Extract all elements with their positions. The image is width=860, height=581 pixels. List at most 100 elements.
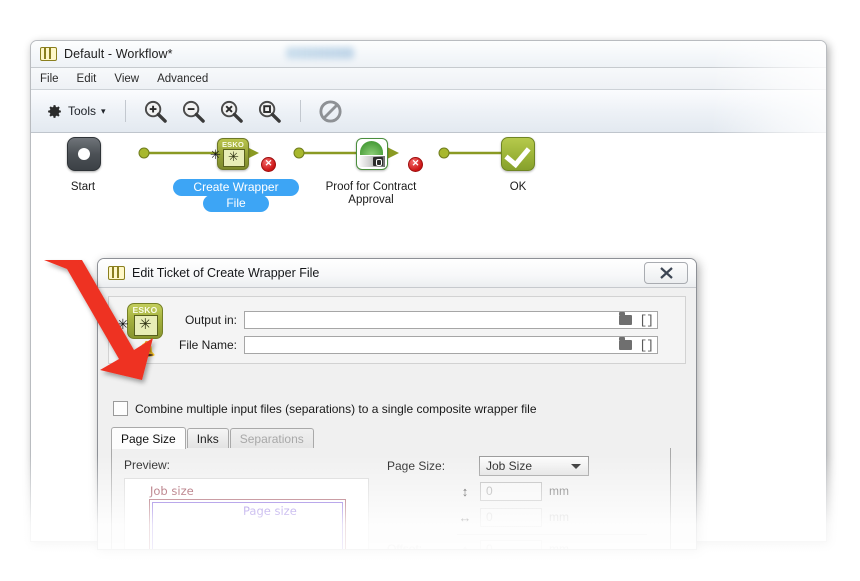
- menu-item-view[interactable]: View: [112, 72, 141, 86]
- vertical-arrow-icon: ↕: [461, 541, 469, 550]
- workflow-node-error-badge-2[interactable]: [408, 157, 423, 172]
- asterisk-icon: ✳: [210, 147, 221, 162]
- esko-plate-icon: [223, 149, 245, 167]
- page-size-dropdown[interactable]: Job Size: [479, 456, 589, 476]
- tools-button[interactable]: Tools ▾: [41, 101, 111, 122]
- offset-input[interactable]: 0: [480, 539, 542, 549]
- tab-page-size[interactable]: Page Size: [111, 427, 186, 449]
- page-height-input[interactable]: 0: [480, 481, 542, 501]
- page-size-dropdown-value: Job Size: [486, 459, 533, 473]
- menu-item-file[interactable]: File: [38, 72, 61, 86]
- folder-icon[interactable]: [619, 312, 633, 325]
- workflow-node-error-badge-1[interactable]: [261, 157, 276, 172]
- tab-separations: Separations: [229, 428, 314, 449]
- close-icon: [659, 267, 673, 279]
- tab-inks[interactable]: Inks: [186, 428, 229, 449]
- job-size-label: Job size: [150, 484, 194, 498]
- zoom-fit-button[interactable]: [254, 96, 286, 126]
- zoom-out-icon: [182, 100, 205, 123]
- page-width-unit: mm: [549, 510, 569, 524]
- menu-item-edit[interactable]: Edit: [75, 72, 99, 86]
- tools-caret-icon: ▾: [101, 105, 106, 116]
- pill-line-2: File: [226, 196, 246, 210]
- ticket-header-panel: ESKO ✳ 🔔 Output in: [] File Name:: [108, 296, 686, 364]
- toolbar-separator: [124, 100, 126, 122]
- combine-files-checkbox[interactable]: [113, 401, 128, 416]
- ok-checkmark-icon: [501, 137, 535, 171]
- page-size-label: Page Size:: [387, 459, 446, 473]
- combine-files-label: Combine multiple input files (separation…: [135, 401, 537, 416]
- horizontal-arrow-icon: ↔: [458, 509, 472, 525]
- pill-line-1: Create Wrapper: [193, 180, 279, 194]
- bell-icon[interactable]: 🔔: [137, 342, 156, 357]
- dialog-body: ESKO ✳ 🔔 Output in: [] File Name:: [98, 288, 696, 550]
- dialog-close-button[interactable]: [644, 262, 688, 284]
- page-size-panel: Preview: Job size Page size Page Size: J…: [111, 448, 671, 550]
- output-in-row: Output in: []: [171, 310, 658, 330]
- workflow-node-proof-for-contract-approval[interactable]: [356, 138, 388, 170]
- lock-icon: [373, 157, 383, 166]
- controls-divider: [457, 534, 647, 535]
- asterisk-icon: ✳: [117, 316, 129, 332]
- vertical-arrow-icon: ↕: [461, 483, 469, 499]
- tools-label: Tools: [68, 104, 97, 118]
- esko-brand-text: ESKO: [221, 140, 245, 149]
- workflow-node-ok-label: OK: [509, 181, 527, 193]
- ticket-icon: [108, 266, 125, 280]
- workflow-node-start-label: Start: [70, 181, 96, 193]
- workflow-node-proof-label-line1: Proof for Contract: [325, 181, 417, 193]
- smartname-icon[interactable]: []: [639, 314, 654, 327]
- menu-item-advanced[interactable]: Advanced: [155, 72, 210, 86]
- dialog-titlebar: Edit Ticket of Create Wrapper File: [98, 259, 696, 288]
- page-size-controls: Page Size: Job Size ↕ 0 mm ↔ 0 mm Offset…: [387, 454, 662, 550]
- toolbar: Tools ▾: [31, 90, 826, 133]
- page-size-row: Page Size: Job Size: [387, 454, 662, 478]
- page-preview: Job size Page size: [124, 478, 369, 549]
- page-size-label-preview: Page size: [243, 504, 297, 518]
- workflow-node-ok[interactable]: [501, 137, 535, 171]
- file-name-label: File Name:: [178, 338, 237, 352]
- no-entry-icon: [319, 99, 342, 123]
- zoom-in-icon: [144, 100, 167, 123]
- workflow-graph: Start ESKO ✳ Create Wrapper File: [31, 133, 731, 263]
- edit-ticket-dialog: Edit Ticket of Create Wrapper File ESKO …: [97, 258, 697, 550]
- screenshot-root: Default - Workflow* File Edit View Advan…: [0, 0, 860, 581]
- folder-icon[interactable]: [619, 337, 633, 350]
- zoom-fit-icon: [258, 100, 281, 123]
- gear-icon: [48, 104, 61, 118]
- zoom-in-button[interactable]: [140, 96, 172, 126]
- toolbar-separator-2: [299, 100, 301, 122]
- output-in-input[interactable]: []: [244, 311, 658, 329]
- esko-node-icon: ESKO ✳: [210, 138, 249, 170]
- file-name-input[interactable]: []: [244, 336, 658, 354]
- workflow-node-create-wrapper-file[interactable]: ESKO ✳: [210, 138, 249, 170]
- workflow-node-proof-label-line2: Approval: [348, 194, 394, 206]
- workflow-node-create-wrapper-file-label: Create Wrapper: [173, 179, 299, 196]
- offset-label: Offset:: [387, 542, 423, 550]
- proof-dome-shape: [360, 141, 383, 155]
- offset-unit: mm: [549, 542, 569, 550]
- zoom-out-button[interactable]: [178, 96, 210, 126]
- output-in-label: Output in:: [184, 313, 237, 327]
- page-width-row: ↔ 0 mm: [387, 504, 662, 530]
- file-name-row: File Name: []: [171, 335, 658, 355]
- proof-node-icon: [356, 138, 388, 170]
- workflow-node-start[interactable]: [67, 137, 101, 171]
- zoom-reset-icon: [220, 100, 243, 123]
- smartname-icon[interactable]: []: [639, 339, 654, 352]
- esko-brand-text: ESKO: [132, 305, 158, 315]
- esko-plate-icon: [134, 315, 158, 336]
- workflow-node-create-wrapper-file-label2: File: [203, 195, 269, 212]
- blurred-title-artifact: [286, 47, 354, 59]
- window-titlebar: Default - Workflow*: [31, 41, 826, 68]
- zoom-reset-button[interactable]: [216, 96, 248, 126]
- preview-label: Preview:: [124, 458, 171, 472]
- page-width-input[interactable]: 0: [480, 507, 542, 527]
- offset-row: Offset: ↕ 0 mm: [387, 537, 662, 550]
- no-entry-button[interactable]: [315, 96, 347, 126]
- esko-wrapper-icon: ESKO: [127, 303, 163, 339]
- combine-files-checkbox-row[interactable]: Combine multiple input files (separation…: [113, 401, 537, 416]
- page-height-unit: mm: [549, 484, 569, 498]
- dialog-tabstrip: Page Size Inks Separations: [111, 427, 671, 450]
- menubar: File Edit View Advanced: [31, 68, 826, 90]
